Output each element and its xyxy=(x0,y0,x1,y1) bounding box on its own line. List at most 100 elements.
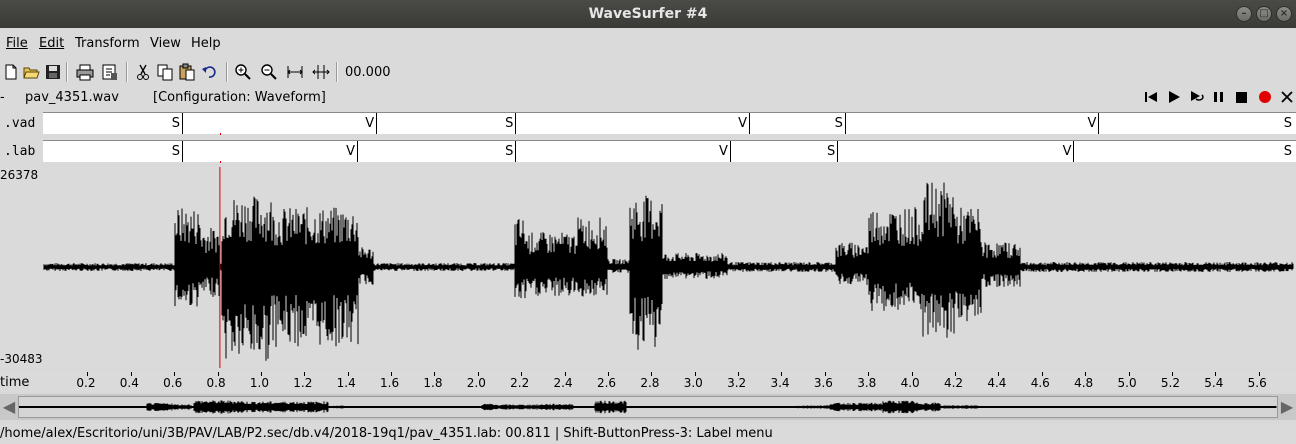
scroll-right-arrow-icon[interactable]: ▶ xyxy=(1278,395,1296,419)
record-icon[interactable] xyxy=(1257,89,1273,105)
filename: pav_4351.wav xyxy=(25,90,119,105)
tick-label: 5.2 xyxy=(1160,376,1180,390)
tick-label: 0.8 xyxy=(206,376,226,390)
segment-label: V xyxy=(365,116,375,131)
segment-label: S xyxy=(827,144,836,159)
pause-icon[interactable] xyxy=(1211,89,1227,105)
segment-label: S xyxy=(171,116,181,131)
tick-label: 1.6 xyxy=(380,376,400,390)
tick-label: 0.4 xyxy=(119,376,139,390)
tick-label: 4.6 xyxy=(1030,376,1050,390)
zoom-out-icon[interactable] xyxy=(260,63,278,81)
tick-label: 4.8 xyxy=(1074,376,1094,390)
segment-label: S xyxy=(171,144,181,159)
maximize-icon[interactable]: □ xyxy=(1256,6,1272,22)
tick-label: 1.8 xyxy=(423,376,443,390)
tick-label: 2.4 xyxy=(553,376,573,390)
sound-pane-header: - pav_4351.wav [Configuration: Waveform] xyxy=(0,86,1296,108)
play-loop-icon[interactable] xyxy=(1188,89,1204,105)
toolbar-separator xyxy=(226,62,228,82)
minimize-icon[interactable]: – xyxy=(1236,6,1252,22)
tick-label: 1.4 xyxy=(336,376,356,390)
segment[interactable]: S xyxy=(358,141,517,162)
segment[interactable]: V xyxy=(516,141,731,162)
y-max-label: 26378 xyxy=(0,168,39,182)
tick-label: 2.0 xyxy=(466,376,486,390)
waveform-trace xyxy=(43,182,1294,361)
properties-icon[interactable] xyxy=(100,63,118,81)
toolbar-separator xyxy=(66,62,68,82)
tick-label: 5.0 xyxy=(1117,376,1137,390)
open-folder-icon[interactable] xyxy=(22,63,40,81)
segment[interactable]: V xyxy=(183,113,378,134)
overview-scrollbar[interactable]: ◀ ▶ xyxy=(0,394,1296,420)
scroll-left-arrow-icon[interactable]: ◀ xyxy=(0,395,18,419)
tier-cursor-marker xyxy=(219,161,221,163)
menu-file[interactable]: File xyxy=(6,36,28,51)
zoom-selection-icon[interactable] xyxy=(312,63,330,81)
segment[interactable]: S xyxy=(1099,113,1295,134)
tick-label: 5.4 xyxy=(1204,376,1224,390)
tick-label: 1.0 xyxy=(249,376,269,390)
time-axis: time 0.2 0.4 0.6 0.8 1.0 1.2 1.4 1.6 1.8 2.0 2.2 2.… xyxy=(0,372,1296,392)
segment[interactable]: S xyxy=(1074,141,1295,162)
segment[interactable]: S xyxy=(377,113,517,134)
close-icon[interactable] xyxy=(1279,89,1295,105)
paste-icon[interactable] xyxy=(178,63,196,81)
segment[interactable]: S xyxy=(750,113,846,134)
tick-label: 3.8 xyxy=(857,376,877,390)
tier-cursor-marker xyxy=(219,133,221,135)
status-text: /home/alex/Escritorio/uni/3B/PAV/LAB/P2.… xyxy=(0,426,773,441)
toolbar: 00.000 xyxy=(0,58,1296,86)
tick-label: 5.6 xyxy=(1247,376,1267,390)
tier-name: .vad xyxy=(4,116,36,131)
statusbar: /home/alex/Escritorio/uni/3B/PAV/LAB/P2.… xyxy=(0,424,1296,444)
menu-transform[interactable]: Transform xyxy=(75,36,140,51)
menubar: File Edit Transform View Help xyxy=(0,29,1296,57)
tier-track-vad[interactable]: SVSVSVS xyxy=(43,112,1296,135)
segment-label: S xyxy=(505,116,514,131)
segment[interactable]: V xyxy=(516,113,750,134)
print-icon[interactable] xyxy=(76,63,94,81)
play-icon[interactable] xyxy=(1166,89,1182,105)
save-icon[interactable] xyxy=(44,63,62,81)
tick-label: 2.6 xyxy=(596,376,617,390)
cut-icon[interactable] xyxy=(134,63,152,81)
segment[interactable]: V xyxy=(183,141,359,162)
tick-label: 3.2 xyxy=(727,376,747,390)
window-titlebar: WaveSurfer #4 – □ × xyxy=(0,0,1296,28)
tick-label: 2.2 xyxy=(510,376,530,390)
new-file-icon[interactable] xyxy=(2,63,20,81)
rewind-icon[interactable] xyxy=(1143,89,1159,105)
menu-help[interactable]: Help xyxy=(191,36,221,51)
tick-label: 4.0 xyxy=(900,376,920,390)
segment[interactable]: V xyxy=(838,141,1075,162)
configuration-label: [Configuration: Waveform] xyxy=(153,90,326,105)
segment-label: V xyxy=(719,144,728,159)
tick-label: 4.4 xyxy=(987,376,1007,390)
segment-label: V xyxy=(346,144,356,159)
tick-label: 0.2 xyxy=(76,376,96,390)
close-window-icon[interactable]: × xyxy=(1276,6,1292,22)
segment-label: V xyxy=(1062,144,1072,159)
segment[interactable]: S xyxy=(731,141,839,162)
tick-label: 3.6 xyxy=(813,376,833,390)
zoom-fit-icon[interactable] xyxy=(286,63,304,81)
waveform-pane[interactable]: 26378 -30483 xyxy=(0,167,1296,368)
overview-slider[interactable] xyxy=(18,396,1278,418)
menu-view[interactable]: View xyxy=(150,36,181,51)
copy-icon[interactable] xyxy=(156,63,174,81)
stop-icon[interactable] xyxy=(1234,89,1250,105)
time-axis-label: time xyxy=(0,375,30,390)
waveform-plot[interactable] xyxy=(42,167,1296,368)
segment[interactable]: V xyxy=(846,113,1100,134)
time-readout: 00.000 xyxy=(345,65,391,80)
segment[interactable]: S xyxy=(44,113,184,134)
menu-edit[interactable]: Edit xyxy=(39,36,64,51)
zoom-in-icon[interactable] xyxy=(234,63,252,81)
toolbar-separator xyxy=(336,62,338,82)
segment[interactable]: S xyxy=(44,141,184,162)
tick-label: 4.2 xyxy=(943,376,964,390)
tier-track-lab[interactable]: SVSVSVS xyxy=(43,140,1296,163)
undo-icon[interactable] xyxy=(200,63,218,81)
